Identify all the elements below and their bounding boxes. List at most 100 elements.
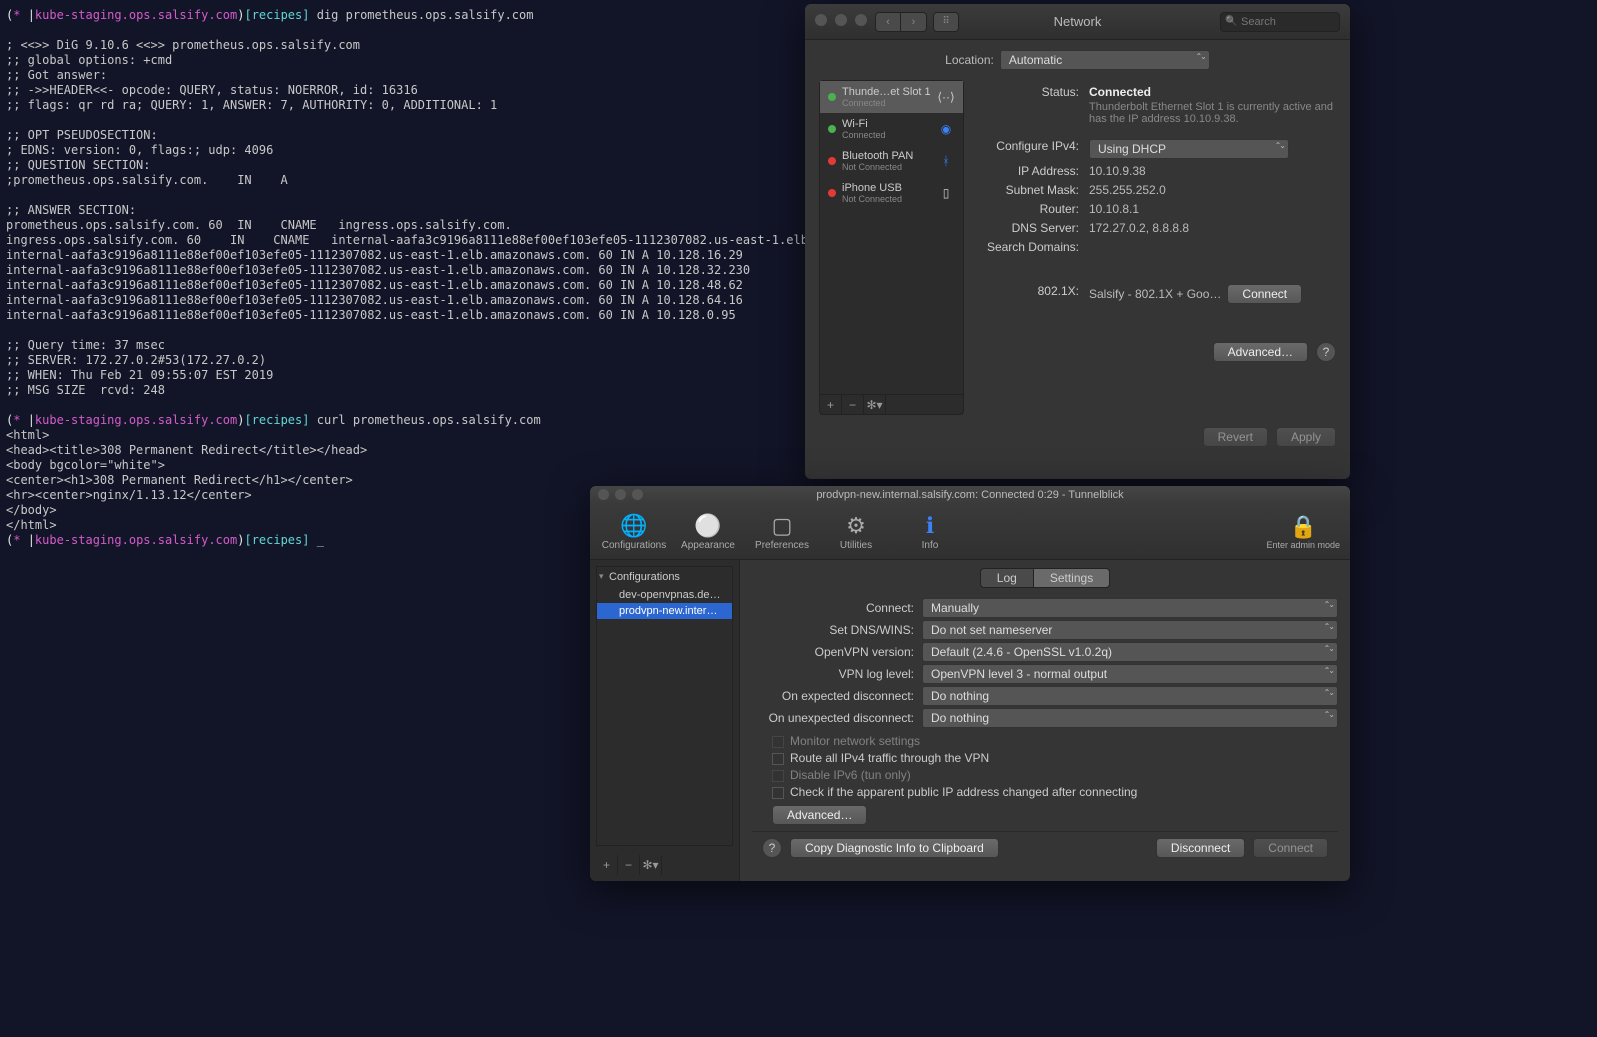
prompt-dir-open: [ [244, 8, 251, 22]
status-label: Status: [974, 85, 1089, 125]
dot1x-value: Salsify - 802.1X + Goo… [1089, 287, 1221, 301]
globe-icon: 🌐 [620, 512, 647, 540]
help-icon[interactable]: ? [1316, 342, 1336, 362]
prompt-context: kube-staging.ops.salsify.com [35, 8, 237, 22]
preferences-icon: ▢ [772, 512, 793, 540]
checkbox-0 [772, 736, 784, 748]
advanced-button[interactable]: Advanced… [1213, 342, 1308, 362]
interfaces-list: Thunde…et Slot 1Connected ⟨··⟩ Wi-FiConn… [819, 80, 964, 415]
tab-utilities[interactable]: ⚙Utilities [822, 512, 890, 551]
interface-gear-button[interactable]: ✻▾ [864, 395, 886, 415]
interface-item-thunderbolt[interactable]: Thunde…et Slot 1Connected ⟨··⟩ [820, 81, 963, 113]
checkbox-label: Check if the apparent public IP address … [790, 785, 1137, 799]
help-icon[interactable]: ? [762, 838, 782, 858]
setting-select-4[interactable]: Do nothing [922, 686, 1338, 706]
appearance-icon: ⚪ [694, 512, 721, 540]
terminal-cmd2: curl prometheus.ops.salsify.com [310, 413, 541, 427]
config-item-dev[interactable]: dev-openvpnas.de… [597, 587, 732, 603]
checkbox-3[interactable] [772, 787, 784, 799]
config-gear-button[interactable]: ✻▾ [640, 855, 662, 875]
minimize-icon[interactable] [615, 489, 626, 500]
prompt-dir: recipes [252, 8, 303, 22]
config-header[interactable]: Configurations [597, 567, 732, 587]
setting-label: On unexpected disconnect: [752, 711, 922, 725]
traffic-lights[interactable] [815, 14, 867, 26]
dot1x-connect-button[interactable]: Connect [1227, 284, 1302, 304]
info-icon: ℹ [926, 512, 934, 540]
tab-log[interactable]: Log [980, 568, 1034, 588]
traffic-lights[interactable] [598, 489, 643, 500]
wifi-icon: ◉ [937, 122, 955, 136]
add-config-button[interactable]: + [596, 855, 618, 875]
terminal-output1: ; <<>> DiG 9.10.6 <<>> prometheus.ops.sa… [6, 38, 916, 397]
dns-server: 172.27.0.2, 8.8.8.8 [1089, 221, 1336, 235]
close-icon[interactable] [815, 14, 827, 26]
checkbox-2 [772, 770, 784, 782]
remove-interface-button[interactable]: − [842, 395, 864, 415]
gear-icon: ⚙ [846, 512, 866, 540]
tab-appearance[interactable]: ⚪Appearance [674, 512, 742, 551]
checkbox-label: Monitor network settings [790, 734, 920, 748]
setting-label: Connect: [752, 601, 922, 615]
location-select[interactable]: Automatic [1000, 50, 1210, 70]
terminal-cursor: _ [310, 533, 324, 547]
config-tree: Configurations dev-openvpnas.de… prodvpn… [596, 566, 733, 846]
connect-button[interactable]: Connect [1253, 838, 1328, 858]
tab-preferences[interactable]: ▢Preferences [748, 512, 816, 551]
back-button[interactable]: ‹ [875, 12, 901, 32]
status-desc: Thunderbolt Ethernet Slot 1 is currently… [1089, 101, 1336, 125]
status-value: Connected [1089, 85, 1151, 99]
zoom-icon[interactable] [855, 14, 867, 26]
status-dot-red-icon [828, 189, 836, 197]
router: 10.10.8.1 [1089, 202, 1336, 216]
close-icon[interactable] [598, 489, 609, 500]
interface-item-iphone[interactable]: iPhone USBNot Connected ▯ [820, 177, 963, 209]
checkbox-1[interactable] [772, 753, 784, 765]
network-toolbar: ‹ › ⠿ Network Search [805, 4, 1350, 40]
network-window: ‹ › ⠿ Network Search Location: Automatic… [805, 4, 1350, 479]
setting-select-1[interactable]: Do not set nameserver [922, 620, 1338, 640]
configure-ipv4-select[interactable]: Using DHCP [1089, 139, 1289, 159]
remove-config-button[interactable]: − [618, 855, 640, 875]
disconnect-button[interactable]: Disconnect [1156, 838, 1245, 858]
search-input[interactable]: Search [1220, 12, 1340, 32]
tunnelblick-title: prodvpn-new.internal.salsify.com: Connec… [816, 489, 1123, 501]
forward-button[interactable]: › [901, 12, 927, 32]
tab-configurations[interactable]: 🌐Configurations [600, 512, 668, 551]
revert-button[interactable]: Revert [1203, 427, 1268, 447]
ethernet-icon: ⟨··⟩ [937, 90, 955, 104]
show-all-button[interactable]: ⠿ [933, 12, 959, 32]
terminal-cmd1: dig prometheus.ops.salsify.com [310, 8, 534, 22]
status-dot-green-icon [828, 93, 836, 101]
setting-select-5[interactable]: Do nothing [922, 708, 1338, 728]
tab-settings[interactable]: Settings [1034, 568, 1110, 588]
setting-label: Set DNS/WINS: [752, 623, 922, 637]
interface-item-bluetooth[interactable]: Bluetooth PANNot Connected ᚼ [820, 145, 963, 177]
setting-label: OpenVPN version: [752, 645, 922, 659]
add-interface-button[interactable]: + [820, 395, 842, 415]
tab-info[interactable]: ℹInfo [896, 512, 964, 551]
ip-address: 10.10.9.38 [1089, 164, 1336, 178]
subnet-mask: 255.255.252.0 [1089, 183, 1336, 197]
config-item-prodvpn[interactable]: prodvpn-new.inter… [597, 603, 732, 619]
admin-mode-button[interactable]: 🔒Enter admin mode [1266, 514, 1340, 550]
copy-diagnostic-button[interactable]: Copy Diagnostic Info to Clipboard [790, 838, 999, 858]
checkbox-label: Disable IPv6 (tun only) [790, 768, 911, 782]
checkbox-label: Route all IPv4 traffic through the VPN [790, 751, 989, 765]
setting-select-0[interactable]: Manually [922, 598, 1338, 618]
zoom-icon[interactable] [632, 489, 643, 500]
interface-item-wifi[interactable]: Wi-FiConnected ◉ [820, 113, 963, 145]
tunnelblick-window: prodvpn-new.internal.salsify.com: Connec… [590, 486, 1350, 881]
tunnel-advanced-button[interactable]: Advanced… [772, 805, 867, 825]
setting-select-3[interactable]: OpenVPN level 3 - normal output [922, 664, 1338, 684]
setting-select-2[interactable]: Default (2.4.6 - OpenSSL v1.0.2q) [922, 642, 1338, 662]
apply-button[interactable]: Apply [1276, 427, 1336, 447]
minimize-icon[interactable] [835, 14, 847, 26]
terminal-output2: <html> <head><title>308 Permanent Redire… [6, 428, 367, 532]
setting-label: VPN log level: [752, 667, 922, 681]
prompt-star: * [13, 8, 27, 22]
bluetooth-icon: ᚼ [937, 154, 955, 168]
location-label: Location: [945, 53, 994, 67]
lock-icon: 🔒 [1266, 514, 1340, 540]
phone-icon: ▯ [937, 186, 955, 200]
